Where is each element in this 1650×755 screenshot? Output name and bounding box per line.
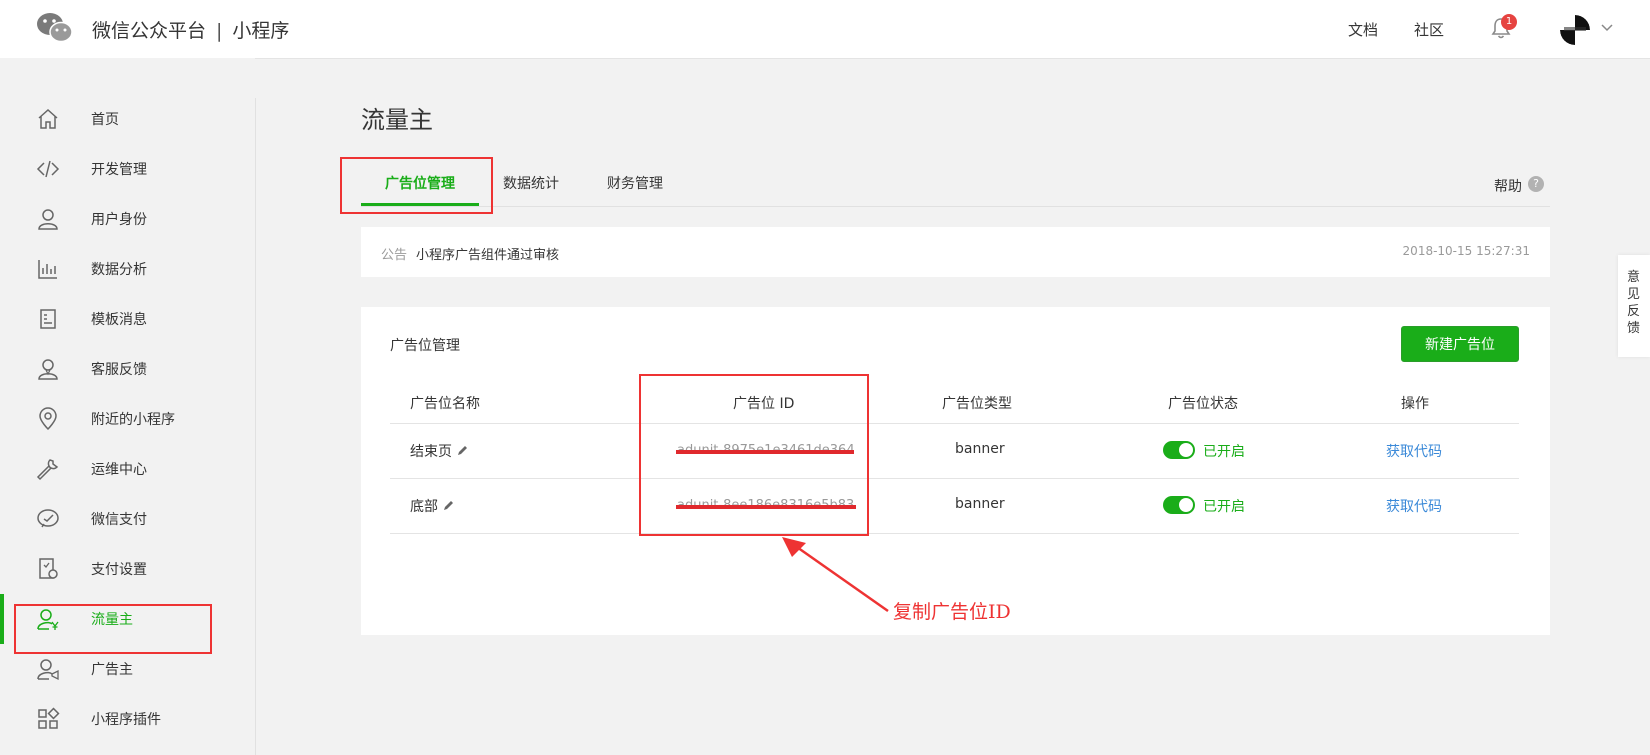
column-header-status: 广告位状态 [1168, 396, 1238, 412]
ad-slot-type: banner [955, 496, 1005, 512]
sidebar-item-identity[interactable]: 用户身份 [0, 194, 255, 244]
feedback-label: 意见反馈 [1627, 270, 1641, 336]
annotation-text: 复制广告位ID [893, 601, 1011, 623]
wrench-icon [36, 459, 59, 481]
ad-slot-name: 结束页 [410, 444, 452, 460]
sidebar-item-label: 模板消息 [91, 312, 147, 328]
sidebar-item-support[interactable]: 客服反馈 [0, 344, 255, 394]
brand-title[interactable]: 微信公众平台 | 小程序 [92, 16, 289, 43]
document-icon [40, 309, 56, 329]
feedback-button[interactable]: 意见反馈 [1618, 255, 1650, 357]
top-header: 微信公众平台 | 小程序 文档 社区 1 [0, 0, 1650, 59]
sidebar-item-label: 用户身份 [91, 212, 147, 228]
annotation-box-tab [340, 157, 493, 214]
tab-finance[interactable]: 财务管理 [607, 173, 663, 193]
sidebar-item-wechat-pay[interactable]: 微信支付 [0, 494, 255, 544]
sidebar-item-dev[interactable]: 开发管理 [0, 144, 255, 194]
sidebar-item-label: 运维中心 [91, 462, 147, 478]
user-icon [38, 209, 58, 230]
sidebar-item-label: 小程序插件 [91, 712, 161, 728]
chevron-down-icon[interactable] [1600, 21, 1614, 35]
edit-pencil-icon[interactable] [443, 499, 455, 511]
column-header-name: 广告位名称 [410, 396, 480, 412]
sidebar-item-analytics[interactable]: 数据分析 [0, 244, 255, 294]
tabs-divider [361, 206, 1550, 207]
notice-text[interactable]: 小程序广告组件通过审核 [416, 244, 559, 263]
sidebar-item-label: 微信支付 [91, 512, 147, 528]
notice-bar[interactable]: 公告 小程序广告组件通过审核 2018-10-15 15:27:31 [361, 227, 1550, 277]
row-divider [390, 478, 1519, 479]
sidebar-item-label: 支付设置 [91, 562, 147, 578]
sidebar-item-plugins[interactable]: 小程序插件 [0, 694, 255, 744]
sidebar-item-ops[interactable]: 运维中心 [0, 444, 255, 494]
location-icon [39, 407, 57, 431]
home-icon [38, 108, 58, 129]
support-icon [38, 359, 58, 380]
edit-pencil-icon[interactable] [457, 444, 469, 456]
pay-settings-icon [39, 558, 58, 579]
plugin-icon [38, 707, 60, 729]
sidebar-divider [255, 98, 256, 755]
annotation-box-sidebar [14, 604, 212, 654]
sidebar-item-label: 广告主 [91, 662, 133, 678]
status-toggle[interactable] [1163, 496, 1195, 514]
page-title: 流量主 [361, 106, 433, 134]
advertiser-icon [37, 659, 59, 681]
sidebar-item-home[interactable]: 首页 [0, 94, 255, 144]
header-divider [390, 423, 1519, 424]
docs-link[interactable]: 文档 [1348, 19, 1378, 40]
status-text: 已开启 [1203, 444, 1245, 460]
code-icon [36, 160, 60, 178]
get-code-link[interactable]: 获取代码 [1386, 441, 1442, 461]
notification-badge: 1 [1501, 14, 1517, 30]
brand-name: 微信公众平台 [92, 20, 207, 42]
annotation-box-id-column [639, 374, 869, 536]
community-link[interactable]: 社区 [1414, 19, 1444, 40]
sidebar-item-nearby[interactable]: 附近的小程序 [0, 394, 255, 444]
notice-tag: 公告 [381, 248, 408, 263]
column-header-action: 操作 [1401, 396, 1429, 412]
status-text: 已开启 [1203, 499, 1245, 515]
active-indicator [0, 594, 4, 644]
sidebar-item-label: 附近的小程序 [91, 412, 175, 428]
product-name: 小程序 [232, 20, 290, 42]
sidebar-item-label: 开发管理 [91, 162, 147, 178]
row-divider [390, 533, 1519, 534]
wechat-logo-icon[interactable] [36, 12, 74, 44]
ad-slot-type: banner [955, 441, 1005, 457]
tab-statistics[interactable]: 数据统计 [503, 173, 559, 193]
sidebar-item-label: 客服反馈 [91, 362, 147, 378]
sidebar-item-label: 首页 [91, 112, 119, 128]
help-link[interactable]: 帮助 [1494, 176, 1522, 196]
sidebar-item-label: 数据分析 [91, 262, 147, 278]
ad-slot-name: 底部 [410, 499, 438, 515]
new-ad-slot-button[interactable]: 新建广告位 [1401, 326, 1519, 362]
chart-icon [38, 260, 57, 279]
notice-time: 2018-10-15 15:27:31 [1402, 244, 1530, 258]
annotation-arrow-icon [782, 537, 889, 613]
status-toggle[interactable] [1163, 441, 1195, 459]
sidebar-item-template-msg[interactable]: 模板消息 [0, 294, 255, 344]
pay-icon [37, 509, 59, 528]
get-code-link[interactable]: 获取代码 [1386, 496, 1442, 516]
help-icon[interactable]: ? [1528, 176, 1544, 192]
brand-separator: | [216, 20, 223, 42]
ad-slot-card: 广告位管理 新建广告位 广告位名称 广告位 ID 广告位类型 广告位状态 操作 … [361, 307, 1550, 635]
column-header-type: 广告位类型 [942, 396, 1012, 412]
sidebar-item-pay-settings[interactable]: 支付设置 [0, 544, 255, 594]
card-title: 广告位管理 [390, 338, 460, 354]
avatar[interactable] [1560, 15, 1590, 45]
